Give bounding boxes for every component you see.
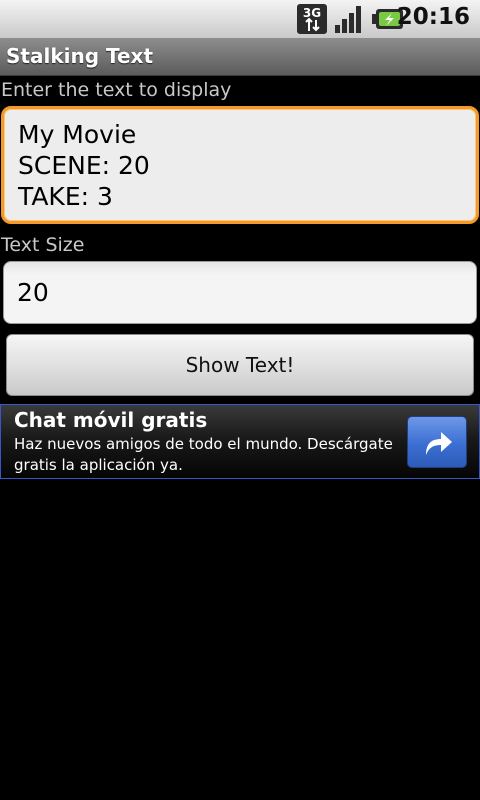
text-size-input[interactable]: 20 xyxy=(3,261,477,324)
ad-action-button[interactable] xyxy=(407,416,467,468)
share-arrow-icon xyxy=(426,432,452,455)
ad-title: Chat móvil gratis xyxy=(14,408,208,432)
ad-body: Haz nuevos amigos de todo el mundo. Desc… xyxy=(14,435,393,474)
title-bar: Stalking Text xyxy=(0,38,480,76)
svg-text:3G: 3G xyxy=(303,6,321,20)
status-time: 20:16 xyxy=(396,4,470,30)
app-title: Stalking Text xyxy=(6,44,154,68)
signal-strength-icon xyxy=(335,6,361,33)
ad-banner[interactable]: Chat móvil gratis Haz nuevos amigos de t… xyxy=(0,404,480,479)
text-size-label: Text Size xyxy=(1,234,85,256)
show-text-button[interactable]: Show Text! xyxy=(6,334,474,396)
text-field-label: Enter the text to display xyxy=(1,79,232,101)
status-bar: 3G 20:16 xyxy=(0,0,480,38)
3g-data-icon: 3G xyxy=(297,4,327,34)
display-text-input[interactable]: My Movie SCENE: 20 TAKE: 3 xyxy=(1,106,479,224)
